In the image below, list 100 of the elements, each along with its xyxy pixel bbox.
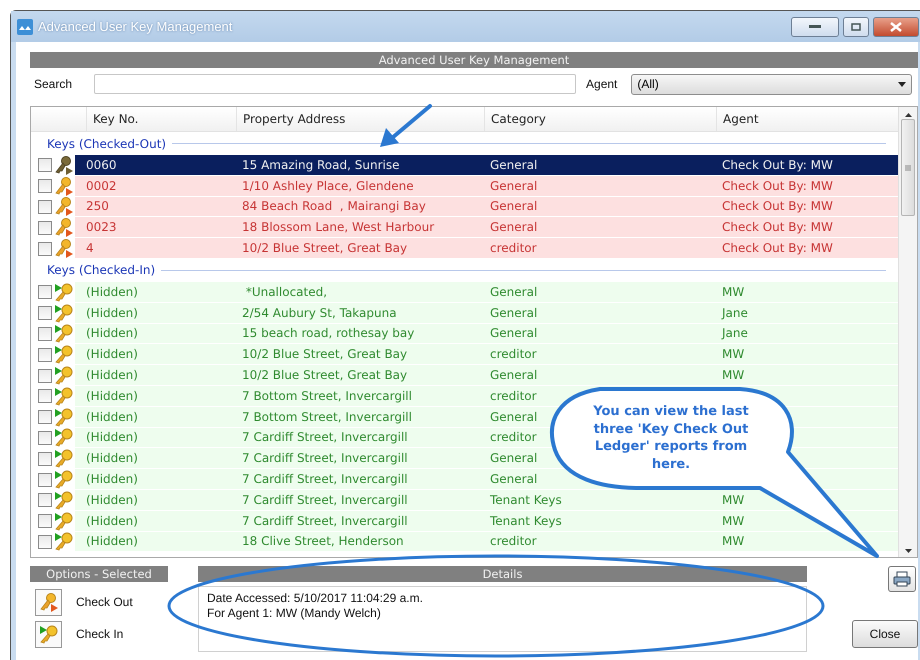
table-cell: General (484, 324, 716, 344)
table-cell: 0060 (75, 155, 236, 176)
key-icon (54, 176, 74, 196)
app-icon (17, 18, 33, 34)
group-title: Keys (Checked-Out) (47, 136, 166, 150)
key-arrow-icon (54, 449, 74, 468)
table-cell: General (484, 176, 716, 197)
checkbox[interactable] (38, 472, 52, 487)
caret-icon (898, 82, 906, 86)
table-cell: 18 Clive Street, Henderson (236, 532, 484, 552)
close-icon (890, 22, 902, 32)
panel-title: Advanced User Key Management (30, 52, 918, 68)
maximize-button[interactable] (843, 16, 869, 36)
table-cell: 7 Cardiff Street, Invercargill (236, 428, 484, 448)
table-cell: Check Out By: MW (716, 155, 898, 176)
checkbox[interactable] (38, 389, 52, 404)
table-cell: (Hidden) (75, 344, 236, 366)
table-cell: Check Out By: MW (716, 217, 898, 238)
table-cell: MW (716, 365, 898, 386)
table-cell: 18 Blossom Lane, West Harbour (236, 217, 484, 238)
checkbox[interactable] (38, 242, 52, 256)
table-cell: 7 Cardiff Street, Invercargill (236, 510, 484, 532)
details-line: Date Accessed: 5/10/2017 11:04:29 a.m. (207, 591, 424, 606)
table-cell: (Hidden) (75, 406, 236, 428)
key-arrow-icon (54, 345, 74, 364)
checkbox[interactable] (38, 430, 52, 445)
column-header[interactable]: Key No. (86, 107, 236, 131)
table-cell: (Hidden) (75, 386, 236, 407)
table-cell: Jane (716, 324, 898, 344)
table-cell: MW (716, 344, 898, 366)
agent-label: Agent (586, 77, 618, 91)
print-button[interactable] (888, 566, 916, 592)
checkbox[interactable] (38, 179, 52, 194)
table-cell: General (484, 302, 716, 324)
check-in-button[interactable] (35, 620, 62, 648)
key-arrow-icon (54, 532, 74, 552)
table-cell: 7 Cardiff Street, Invercargill (236, 469, 484, 490)
checkbox[interactable] (38, 285, 52, 300)
key-icon (54, 239, 74, 258)
details-line: For Agent 1: MW (Mandy Welch) (207, 606, 382, 621)
table-cell: *Unallocated, (236, 282, 484, 303)
checkbox[interactable] (38, 410, 52, 424)
checkbox[interactable] (38, 368, 52, 383)
key-arrow-icon (54, 428, 74, 448)
table-cell: 10/2 Blue Street, Great Bay (236, 344, 484, 366)
window-title: Advanced User Key Management (38, 19, 232, 34)
key-arrow-icon (54, 366, 74, 386)
key-arrow-icon (54, 512, 74, 531)
checkbox[interactable] (38, 200, 52, 214)
table-cell: (Hidden) (75, 469, 236, 490)
close-window-button[interactable] (873, 16, 919, 36)
group-title: Keys (Checked-In) (47, 263, 156, 278)
table-cell: creditor (484, 532, 716, 552)
table-cell: 2/54 Aubury St, Takapuna (236, 302, 484, 324)
maximize-icon (851, 22, 861, 30)
option-label: Check Out (76, 595, 133, 609)
table-cell: 250 (75, 196, 236, 218)
checkbox[interactable] (38, 306, 52, 320)
check-out-button[interactable] (35, 588, 62, 616)
table-cell: General (484, 365, 716, 386)
minimize-icon (809, 24, 821, 28)
key-arrow-icon (38, 624, 58, 644)
table-cell: General (484, 217, 716, 238)
close-button[interactable]: Close (852, 620, 918, 648)
agent-dropdown[interactable]: (All) (631, 74, 912, 94)
checkbox[interactable] (38, 534, 52, 549)
checkbox[interactable] (38, 220, 52, 235)
table-cell: (Hidden) (75, 302, 236, 324)
table-cell: 84 Beach Road , Mairangi Bay (236, 196, 484, 218)
option-label: Check In (76, 627, 124, 641)
table-cell: (Hidden) (75, 532, 236, 552)
table-cell: Jane (716, 302, 898, 324)
checkbox[interactable] (38, 452, 52, 466)
key-arrow-icon (54, 386, 74, 406)
table-cell: (Hidden) (75, 448, 236, 470)
checkbox[interactable] (38, 158, 52, 172)
table-cell: (Hidden) (75, 324, 236, 344)
table-cell: General (484, 155, 716, 176)
table-cell: 15 Amazing Road, Sunrise (236, 155, 484, 176)
table-cell: 7 Bottom Street, Invercargill (236, 406, 484, 428)
scrollbar-thumb[interactable] (901, 119, 915, 216)
pointer-arrow (380, 104, 432, 147)
key-icon (54, 156, 74, 175)
scroll-down-icon[interactable] (904, 549, 912, 553)
table-cell: (Hidden) (75, 428, 236, 448)
column-header[interactable]: Category (484, 107, 716, 131)
checkbox[interactable] (38, 514, 52, 528)
scroll-up-icon[interactable] (904, 113, 912, 117)
table-cell: creditor (484, 238, 716, 259)
printer-icon (893, 571, 911, 587)
key-arrow-icon (54, 304, 74, 323)
table-cell: 0023 (75, 217, 236, 238)
checkbox[interactable] (38, 348, 52, 362)
search-field[interactable] (94, 74, 576, 94)
checkbox[interactable] (38, 493, 52, 508)
minimize-button[interactable] (791, 16, 839, 36)
checkbox[interactable] (38, 326, 52, 341)
table-cell: Tenant Keys (484, 490, 716, 511)
key-icon (54, 197, 74, 216)
table-cell: 7 Bottom Street, Invercargill (236, 386, 484, 407)
